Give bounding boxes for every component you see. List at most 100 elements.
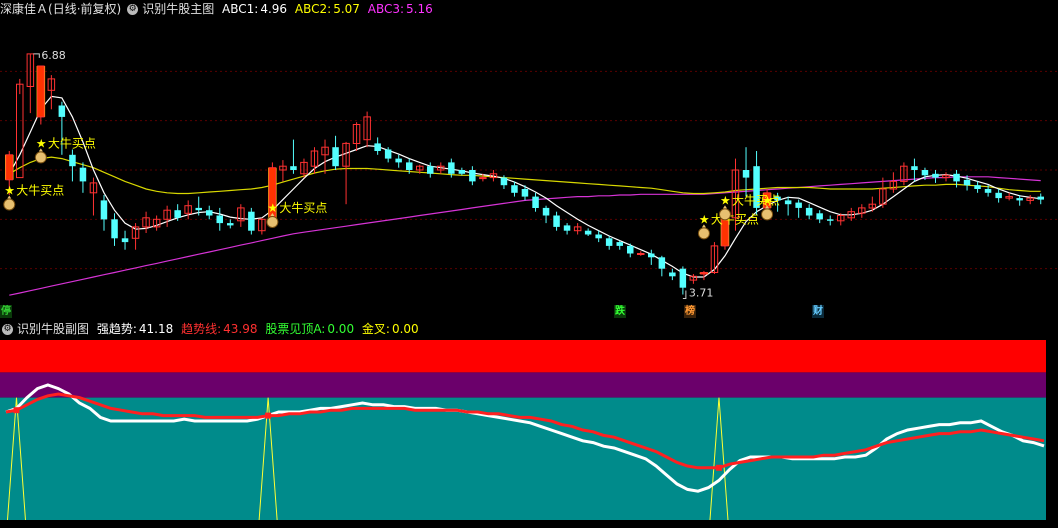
candle-body	[37, 65, 45, 118]
main-indicator-name[interactable]: 识别牛股主图	[142, 2, 214, 16]
money-bag-icon	[718, 208, 731, 221]
candle-body	[963, 179, 971, 186]
top-value: 0.00	[327, 322, 355, 336]
crossover-marker	[715, 464, 722, 471]
crossover-marker	[13, 407, 20, 414]
candle-body	[395, 158, 402, 163]
candle-body	[248, 211, 255, 231]
candle-body	[679, 268, 687, 288]
candle-body	[584, 230, 592, 235]
candle-body	[805, 207, 813, 216]
sub-indicator-chart[interactable]	[0, 338, 1058, 528]
candle-body	[648, 253, 655, 258]
candle-body	[290, 166, 297, 170]
candle-body	[995, 192, 1002, 199]
event-tag-finance[interactable]: 财	[812, 305, 824, 318]
candle-body	[627, 245, 634, 254]
signal-star-icon: ★	[267, 201, 278, 215]
candle-body	[406, 162, 413, 170]
signal-label: 大牛买点	[279, 200, 327, 215]
crossover-marker	[265, 412, 272, 419]
trend-value: 43.98	[223, 322, 258, 336]
candle-body	[121, 238, 129, 243]
signal-label: 大牛买点	[16, 182, 64, 197]
candle-body	[658, 257, 666, 269]
low-price-label: 3.71	[689, 286, 714, 299]
candle-body	[742, 170, 750, 178]
candle-body	[79, 167, 87, 182]
candle-body	[984, 189, 992, 193]
candle-body	[227, 223, 234, 226]
candle-body	[605, 238, 613, 246]
candle-body	[563, 225, 571, 231]
candle-body	[100, 200, 108, 220]
stock-name[interactable]: 深康佳Ａ	[0, 2, 48, 16]
gear-icon[interactable]: ⚙	[127, 4, 139, 15]
gear-icon[interactable]: ⚙	[2, 324, 13, 335]
candle-body	[458, 170, 466, 174]
high-price-label: 6.88	[41, 49, 65, 62]
candle-body	[795, 202, 802, 208]
band-zone	[0, 340, 1046, 373]
event-tag-drop[interactable]: 跌	[614, 305, 626, 318]
candle-body	[469, 170, 476, 182]
candle-body	[5, 154, 13, 181]
candle-body	[616, 242, 623, 246]
candle-body	[427, 166, 434, 174]
candle-body	[16, 83, 24, 179]
candle-body	[532, 196, 539, 208]
period-label: (日线·前复权)	[48, 2, 122, 16]
candle-body	[932, 173, 939, 178]
cross-value: 0.00	[391, 322, 419, 336]
candle-body	[637, 253, 645, 255]
candle-body	[1037, 196, 1044, 200]
trend-label: 趋势线:	[181, 322, 222, 336]
candle-body	[827, 219, 834, 221]
candle-body	[374, 143, 381, 151]
main-price-chart[interactable]: 6.883.71★ 大牛买点★ 大牛买点★ 大牛买点★ 大牛买点★ 大牛买点★	[0, 0, 1058, 320]
abc1-value: 4.96	[260, 2, 288, 16]
candle-body	[448, 162, 455, 174]
event-tag-ranking[interactable]: 榜	[684, 305, 696, 318]
signal-label: 大牛买点	[48, 135, 96, 150]
candle-body	[332, 147, 339, 167]
top-label: 股票见顶A:	[265, 322, 326, 336]
strong-label: 强趋势:	[96, 322, 137, 336]
signal-label: 大牛买点	[711, 211, 759, 226]
cross-label: 金叉:	[361, 322, 390, 336]
abc3-value: 5.16	[406, 2, 433, 16]
candle-body	[479, 177, 487, 180]
candle-body	[500, 177, 508, 186]
candle-body	[816, 213, 823, 220]
signal-star-icon: ★	[720, 193, 731, 207]
candle-body	[700, 272, 708, 275]
signal-star-icon: ★	[762, 193, 773, 207]
candle-body	[216, 215, 223, 224]
event-tag-halt[interactable]: 停	[0, 305, 12, 318]
money-bag-icon	[3, 198, 16, 211]
candle-body	[69, 154, 76, 167]
band-zone	[0, 372, 1046, 398]
sub-indicator-name[interactable]: 识别牛股副图	[17, 322, 89, 336]
candle-body	[542, 207, 550, 216]
abc3-label: ABC3:	[367, 2, 405, 16]
main-header: 深康佳Ａ(日线·前复权) ⚙ 识别牛股主图 ABC1: 4.96 ABC2: 5.07 …	[0, 0, 437, 18]
candle-body	[669, 272, 676, 277]
high-marker	[33, 53, 40, 58]
candle-body	[58, 105, 66, 117]
strong-value: 41.18	[138, 322, 174, 336]
candle-body	[384, 149, 392, 159]
signal-star-icon: ★	[36, 136, 47, 150]
money-bag-icon	[697, 227, 710, 240]
money-bag-icon	[761, 208, 774, 221]
candle-body	[1016, 198, 1023, 201]
candle-body	[553, 215, 560, 227]
candle-body	[521, 189, 529, 197]
candle-body	[974, 185, 981, 189]
abc2-value: 5.07	[333, 2, 360, 16]
candle-body	[911, 166, 918, 170]
candle-body	[206, 210, 213, 216]
candle-body	[511, 185, 518, 193]
abc1-label: ABC1:	[222, 2, 259, 16]
signal-star-icon: ★	[4, 183, 15, 197]
